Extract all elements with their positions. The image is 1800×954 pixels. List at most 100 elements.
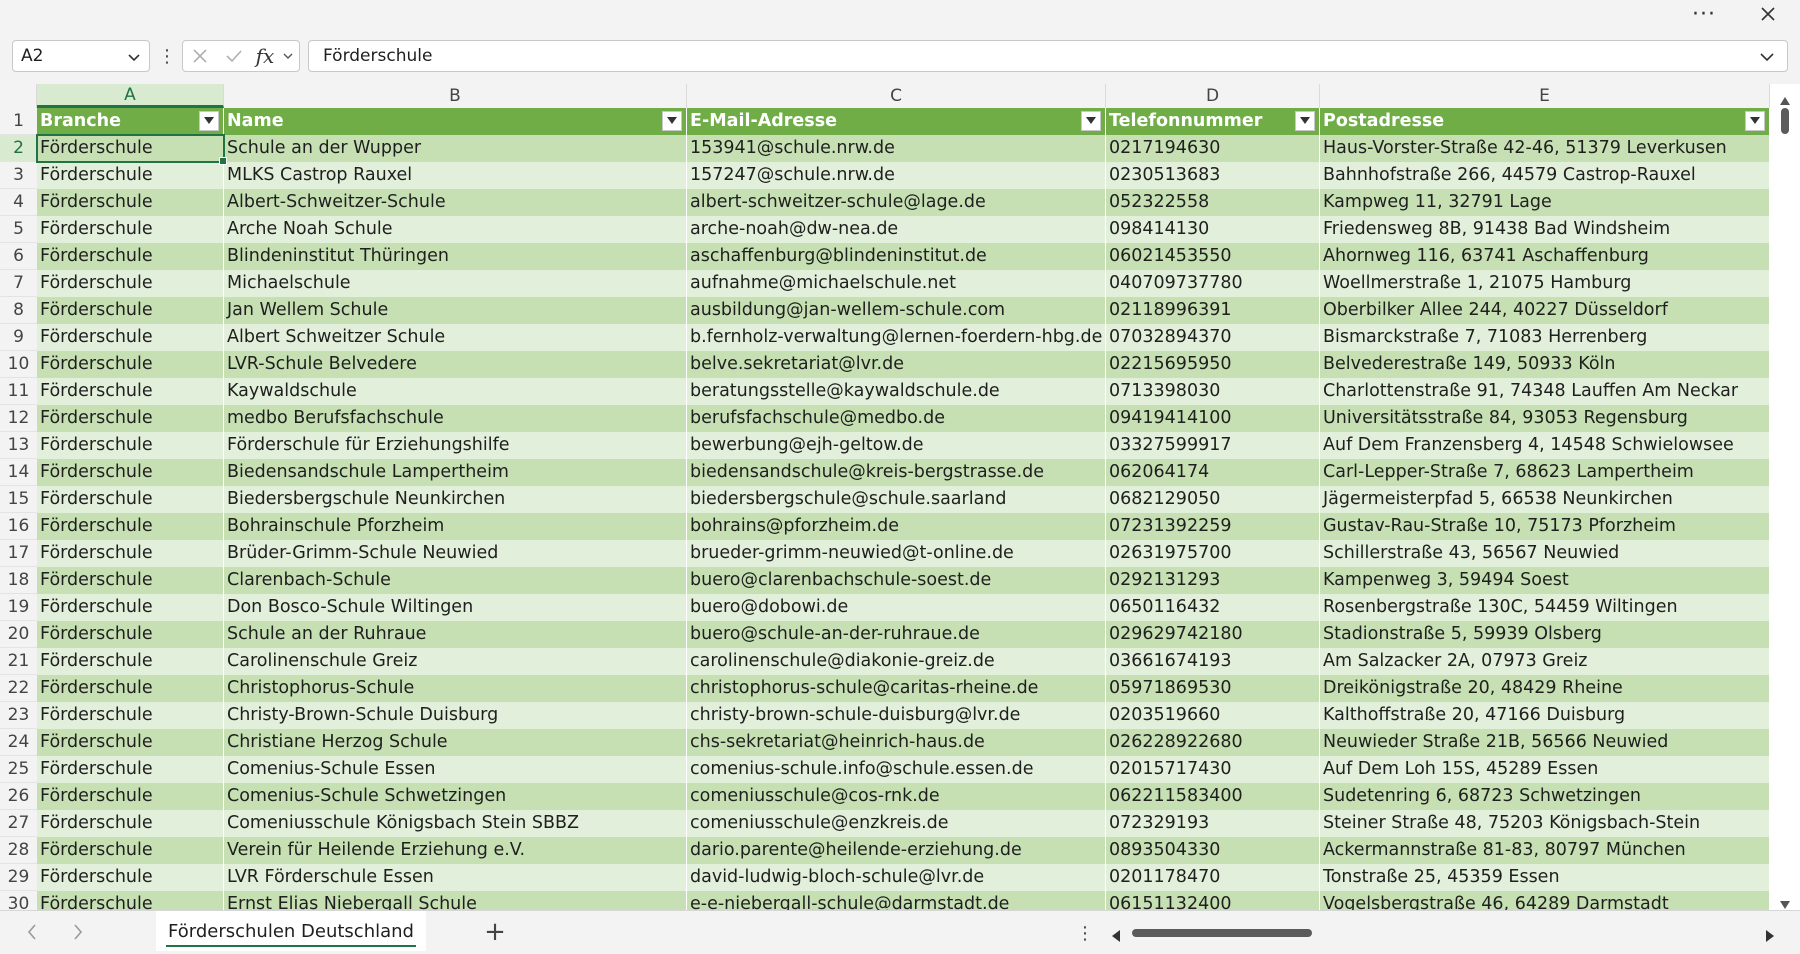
table-cell[interactable]: Ahornweg 116, 63741 Aschaffenburg [1320,243,1770,270]
table-cell[interactable]: Förderschule [37,783,224,810]
table-cell[interactable]: Arche Noah Schule [224,216,687,243]
table-cell[interactable]: Tonstraße 25, 45359 Essen [1320,864,1770,891]
table-cell[interactable]: aschaffenburg@blindeninstitut.de [687,243,1106,270]
add-sheet-button[interactable]: + [480,917,510,947]
table-cell[interactable]: chs-sekretariat@heinrich-haus.de [687,729,1106,756]
table-cell[interactable]: Schule an der Wupper [224,135,687,162]
table-cell[interactable]: buero@dobowi.de [687,594,1106,621]
row-header[interactable]: 19 [0,594,37,621]
table-cell[interactable]: 02015717430 [1106,756,1320,783]
table-cell[interactable]: Biedersbergschule Neunkirchen [224,486,687,513]
table-cell[interactable]: e-e-niebergall-schule@darmstadt.de [687,891,1106,910]
table-cell[interactable]: 05971869530 [1106,675,1320,702]
filter-dropdown-icon[interactable] [1745,111,1765,131]
table-cell[interactable]: Förderschule [37,837,224,864]
table-cell[interactable]: Auf Dem Loh 15S, 45289 Essen [1320,756,1770,783]
table-header-cell[interactable]: E-Mail-Adresse [687,108,1106,135]
row-header[interactable]: 4 [0,189,37,216]
table-cell[interactable]: Christiane Herzog Schule [224,729,687,756]
vertical-dots-icon[interactable]: ⋮ [158,44,176,68]
table-cell[interactable]: comenius-schule.info@schule.essen.de [687,756,1106,783]
table-cell[interactable]: Bismarckstraße 7, 71083 Herrenberg [1320,324,1770,351]
table-cell[interactable]: 0893504330 [1106,837,1320,864]
row-header[interactable]: 9 [0,324,37,351]
column-header-b[interactable]: B [224,84,687,108]
table-cell[interactable]: 03661674193 [1106,648,1320,675]
formula-input[interactable]: Förderschule [308,40,1788,72]
table-cell[interactable]: 02118996391 [1106,297,1320,324]
table-cell[interactable]: brueder-grimm-neuwied@t-online.de [687,540,1106,567]
table-cell[interactable]: 09419414100 [1106,405,1320,432]
name-box[interactable]: A2 [12,40,150,72]
select-all-corner[interactable] [0,84,37,108]
table-cell[interactable]: 03327599917 [1106,432,1320,459]
row-header[interactable]: 14 [0,459,37,486]
table-cell[interactable]: christy-brown-schule-duisburg@lvr.de [687,702,1106,729]
table-cell[interactable]: Auf Dem Franzensberg 4, 14548 Schwielows… [1320,432,1770,459]
table-cell[interactable]: comeniusschule@cos-rnk.de [687,783,1106,810]
table-cell[interactable]: Carolinenschule Greiz [224,648,687,675]
expand-formula-icon[interactable] [1759,49,1775,69]
table-cell[interactable]: LVR Förderschule Essen [224,864,687,891]
filter-dropdown-icon[interactable] [662,111,682,131]
table-cell[interactable]: albert-schweitzer-schule@lage.de [687,189,1106,216]
table-cell[interactable]: Albert Schweitzer Schule [224,324,687,351]
vertical-dots-icon[interactable]: ⋮ [1076,921,1094,945]
table-cell[interactable]: Stadionstraße 5, 59939 Olsberg [1320,621,1770,648]
table-cell[interactable]: Ackermannstraße 81-83, 80797 München [1320,837,1770,864]
table-cell[interactable]: Rosenbergstraße 130C, 54459 Wiltingen [1320,594,1770,621]
chevron-down-icon[interactable] [127,49,141,69]
row-header[interactable]: 12 [0,405,37,432]
table-cell[interactable]: Comeniusschule Königsbach Stein SBBZ [224,810,687,837]
sheet-tab-active[interactable]: Förderschulen Deutschland [156,911,426,951]
table-cell[interactable]: Kaywaldschule [224,378,687,405]
more-options-icon[interactable]: ··· [1686,0,1722,28]
table-cell[interactable]: Sudetenring 6, 68723 Schwetzingen [1320,783,1770,810]
table-cell[interactable]: Comenius-Schule Essen [224,756,687,783]
table-header-cell[interactable]: Branche [37,108,224,135]
table-cell[interactable]: Kalthoffstraße 20, 47166 Duisburg [1320,702,1770,729]
row-header[interactable]: 13 [0,432,37,459]
table-cell[interactable]: MLKS Castrop Rauxel [224,162,687,189]
table-cell[interactable]: biedensandschule@kreis-bergstrasse.de [687,459,1106,486]
table-cell[interactable]: ausbildung@jan-wellem-schule.com [687,297,1106,324]
row-header[interactable]: 6 [0,243,37,270]
row-header[interactable]: 17 [0,540,37,567]
table-cell[interactable]: Förderschule [37,189,224,216]
row-header[interactable]: 2 [0,135,37,162]
table-cell[interactable]: Förderschule [37,729,224,756]
table-header-cell[interactable]: Name [224,108,687,135]
row-header[interactable]: 29 [0,864,37,891]
table-cell[interactable]: 062064174 [1106,459,1320,486]
filter-dropdown-icon[interactable] [1295,111,1315,131]
table-cell[interactable]: belve.sekretariat@lvr.de [687,351,1106,378]
table-cell[interactable]: Christy-Brown-Schule Duisburg [224,702,687,729]
table-cell[interactable]: arche-noah@dw-nea.de [687,216,1106,243]
table-cell[interactable]: Förderschule [37,513,224,540]
table-cell[interactable]: 040709737780 [1106,270,1320,297]
table-cell[interactable]: beratungsstelle@kaywaldschule.de [687,378,1106,405]
table-cell[interactable]: Charlottenstraße 91, 74348 Lauffen Am Ne… [1320,378,1770,405]
table-cell[interactable]: Comenius-Schule Schwetzingen [224,783,687,810]
table-cell[interactable]: Michaelschule [224,270,687,297]
vertical-scrollbar[interactable] [1770,84,1800,910]
row-header[interactable]: 27 [0,810,37,837]
horizontal-scrollbar[interactable] [1108,919,1778,947]
column-header-c[interactable]: C [687,84,1106,108]
table-cell[interactable]: christophorus-schule@caritas-rheine.de [687,675,1106,702]
table-cell[interactable]: 0650116432 [1106,594,1320,621]
table-header-cell[interactable]: Telefonnummer [1106,108,1320,135]
table-cell[interactable]: aufnahme@michaelschule.net [687,270,1106,297]
table-cell[interactable]: Dreikönigstraße 20, 48429 Rheine [1320,675,1770,702]
table-cell[interactable]: Förderschule [37,891,224,910]
table-cell[interactable]: Förderschule [37,432,224,459]
table-cell[interactable]: 072329193 [1106,810,1320,837]
row-header[interactable]: 20 [0,621,37,648]
table-cell[interactable]: 0217194630 [1106,135,1320,162]
column-header-a[interactable]: A [37,84,224,108]
table-cell[interactable]: Förderschule für Erziehungshilfe [224,432,687,459]
table-cell[interactable]: Carl-Lepper-Straße 7, 68623 Lampertheim [1320,459,1770,486]
table-cell[interactable]: Förderschule [37,648,224,675]
scroll-up-icon[interactable] [1780,90,1790,109]
row-header[interactable]: 21 [0,648,37,675]
